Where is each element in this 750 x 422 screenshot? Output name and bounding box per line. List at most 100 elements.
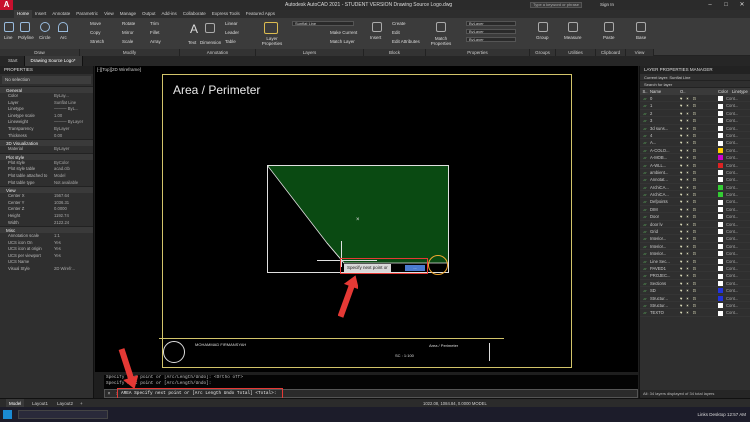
fillet-button[interactable]: Fillet xyxy=(150,30,160,35)
layer-toggle-icons[interactable]: ♥ ☀ ⊡ xyxy=(680,235,718,241)
properties-section-header[interactable]: General xyxy=(0,86,93,93)
layer-toggle-icons[interactable]: ♥ ☀ ⊡ xyxy=(680,125,718,131)
panel-annotation[interactable]: Annotation xyxy=(180,49,256,56)
text-button[interactable]: Text xyxy=(188,40,196,45)
property-row[interactable]: Plot style ByColor xyxy=(0,160,93,167)
layer-color-swatch[interactable] xyxy=(718,221,723,227)
autocad-logo-icon[interactable]: A xyxy=(0,0,13,10)
panel-block[interactable]: Block xyxy=(364,49,426,56)
table-button[interactable]: Table xyxy=(225,39,236,44)
property-value[interactable]: 1036.31 xyxy=(54,200,93,207)
property-value[interactable]: Model xyxy=(54,173,93,180)
layer-row[interactable]: ▱ ArchiCA... ♥ ☀ ⊡ Cont... xyxy=(640,184,750,192)
text-icon[interactable]: A xyxy=(190,22,198,36)
tab-view[interactable]: View xyxy=(101,10,117,18)
layer-linetype[interactable]: Cont... xyxy=(726,102,750,108)
paste-icon[interactable] xyxy=(604,22,614,32)
tab-home[interactable]: Home xyxy=(14,10,33,18)
layer-linetype[interactable]: Cont... xyxy=(726,213,750,219)
layer-toggle-icons[interactable]: ♥ ☀ ⊡ xyxy=(680,147,718,153)
layer-dropdown[interactable]: Sunflat Line xyxy=(292,21,354,26)
layer-toggle-icons[interactable]: ♥ ☀ ⊡ xyxy=(680,295,718,301)
property-row[interactable]: UCS icon On Yes xyxy=(0,240,93,247)
property-row[interactable]: Thickness 0.00 xyxy=(0,133,93,140)
layer-name[interactable]: SD xyxy=(650,287,680,293)
layer-toggle-icons[interactable]: ♥ ☀ ⊡ xyxy=(680,102,718,108)
layer-row[interactable]: ▱ Interior... ♥ ☀ ⊡ Cont... xyxy=(640,235,750,243)
layer-toggle-icons[interactable]: ♥ ☀ ⊡ xyxy=(680,258,718,264)
col-linetype[interactable]: Linetype xyxy=(732,88,748,95)
make-current-button[interactable]: Make Current xyxy=(330,30,357,35)
layer-name[interactable]: Line Sec... xyxy=(650,258,680,264)
layer-linetype[interactable]: Cont... xyxy=(726,162,750,168)
layer-toggle-icons[interactable]: ♥ ☀ ⊡ xyxy=(680,139,718,145)
layer-linetype[interactable]: Cont... xyxy=(726,125,750,131)
layer-toggle-icons[interactable]: ♥ ☀ ⊡ xyxy=(680,221,718,227)
circle-button[interactable]: Circle xyxy=(39,35,51,40)
property-row[interactable]: Transparency ByLayer xyxy=(0,126,93,133)
tab-parametric[interactable]: Parametric xyxy=(73,10,101,18)
layer-name[interactable]: Interior... xyxy=(650,250,680,256)
layer-color-swatch[interactable] xyxy=(718,303,723,309)
property-row[interactable]: Center Y 1036.31 xyxy=(0,200,93,207)
property-row[interactable]: Layer Sunflat Line xyxy=(0,100,93,107)
layer-color-swatch[interactable] xyxy=(718,110,723,116)
layer-name[interactable]: PROJEC... xyxy=(650,272,680,278)
layer-row[interactable]: ▱ Door ♥ ☀ ⊡ Cont... xyxy=(640,213,750,221)
circle-icon[interactable] xyxy=(40,22,50,32)
col-name[interactable]: Name xyxy=(650,88,680,95)
paste-button[interactable]: Paste xyxy=(603,35,615,40)
property-value[interactable]: 0.00 xyxy=(54,133,93,140)
layer-name[interactable]: door lv xyxy=(650,221,680,227)
layer-color-swatch[interactable] xyxy=(718,310,723,316)
property-row[interactable]: Visual Style 2D Wirefr... xyxy=(0,266,93,273)
layer-toggle-icons[interactable]: ♥ ☀ ⊡ xyxy=(680,243,718,249)
layer-row[interactable]: ▱ A-WLL... ♥ ☀ ⊡ Cont... xyxy=(640,162,750,169)
color-dropdown[interactable]: ByLayer xyxy=(466,21,516,26)
property-value[interactable]: Yes xyxy=(54,246,93,253)
layer-linetype[interactable]: Cont... xyxy=(726,258,750,264)
layer-color-swatch[interactable] xyxy=(718,177,723,183)
layer-linetype[interactable]: Cont... xyxy=(726,132,750,138)
property-value[interactable]: Yes xyxy=(54,240,93,247)
layer-name[interactable]: A-WLL... xyxy=(650,162,680,168)
layer-row[interactable]: ▱ 3 ♥ ☀ ⊡ Cont... xyxy=(640,117,750,125)
layer-row[interactable]: ▱ Interior... ♥ ☀ ⊡ Cont... xyxy=(640,250,750,258)
layer-name[interactable]: PAVED1 xyxy=(650,265,680,271)
layer-linetype[interactable]: Cont... xyxy=(726,287,750,293)
property-row[interactable]: Plot table attached to Model xyxy=(0,173,93,180)
layer-name[interactable]: Structur... xyxy=(650,302,680,308)
layer-color-swatch[interactable] xyxy=(718,140,723,146)
layer-color-swatch[interactable] xyxy=(718,184,723,190)
layer-row[interactable]: ▱ A... ♥ ☀ ⊡ Cont... xyxy=(640,139,750,147)
layer-linetype[interactable]: Cont... xyxy=(726,206,750,212)
group-button[interactable]: Group xyxy=(536,35,549,40)
insert-button[interactable]: Insert xyxy=(370,35,381,40)
mirror-button[interactable]: Mirror xyxy=(122,30,134,35)
layer-row[interactable]: ▱ Line Sec... ♥ ☀ ⊡ Cont... xyxy=(640,258,750,265)
tab-output[interactable]: Output xyxy=(139,10,159,18)
layer-name[interactable]: 3d suns... xyxy=(650,125,680,131)
layer-name[interactable]: Interior... xyxy=(650,243,680,249)
layer-linetype[interactable]: Cont... xyxy=(726,280,750,286)
tab-featured-apps[interactable]: Featured Apps xyxy=(243,10,278,18)
match-properties-icon[interactable] xyxy=(436,22,446,32)
arc-button[interactable]: Arc xyxy=(60,35,67,40)
layer-toggle-icons[interactable]: ♥ ☀ ⊡ xyxy=(680,169,718,175)
layer-row[interactable]: ▱ 3d suns... ♥ ☀ ⊡ Cont... xyxy=(640,125,750,132)
layer-row[interactable]: ▱ ambient... ♥ ☀ ⊡ Cont... xyxy=(640,169,750,177)
property-value[interactable]: ByLayer xyxy=(54,146,93,153)
lineweight-dropdown[interactable]: ByLayer xyxy=(466,29,516,34)
layer-toggle-icons[interactable]: ♥ ☀ ⊡ xyxy=(680,95,718,101)
layer-name[interactable]: ArchiCA... xyxy=(650,184,680,190)
doc-tab-drawing[interactable]: Drawing Source Logo* xyxy=(24,56,83,66)
layer-toggle-icons[interactable]: ♥ ☀ ⊡ xyxy=(680,280,718,286)
property-value[interactable]: ——— ByL... xyxy=(54,106,93,113)
dimension-button[interactable]: Dimension xyxy=(200,40,221,45)
layer-row[interactable]: ▱ 4 ♥ ☀ ⊡ Cont... xyxy=(640,132,750,140)
layer-name[interactable]: Interior... xyxy=(650,235,680,241)
layer-name[interactable]: A-COLO... xyxy=(650,147,680,153)
properties-section-header[interactable]: Misc xyxy=(0,226,93,234)
layer-color-swatch[interactable] xyxy=(718,251,723,257)
panel-clipboard[interactable]: Clipboard xyxy=(596,49,626,56)
